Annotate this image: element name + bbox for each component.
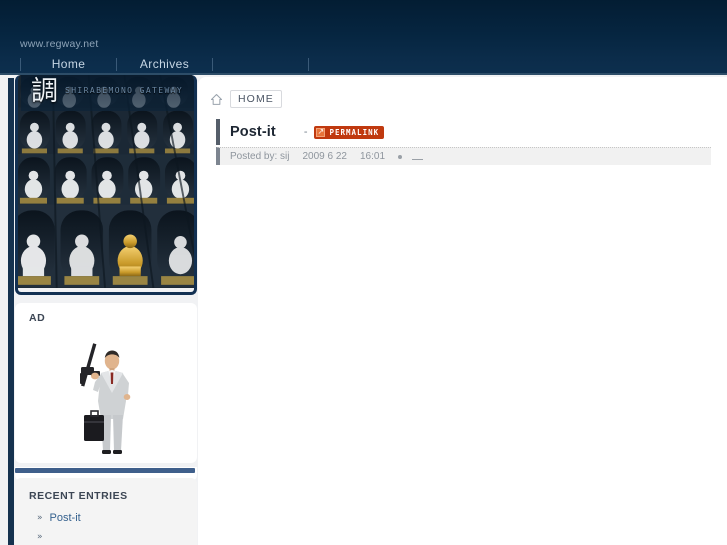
recent-entries-title: RECENT ENTRIES xyxy=(29,490,128,502)
post-author: Posted by: sij xyxy=(230,151,290,162)
logo-wordmark: SHIRABEMONO GATEWAY xyxy=(65,86,184,95)
site-masthead: 調 SHIRABEMONO GATEWAY xyxy=(21,75,194,111)
breadcrumb: HOME xyxy=(210,90,282,108)
sidebar-left-rail xyxy=(8,78,14,545)
chevron-right-icon: » xyxy=(37,513,43,523)
main-content: HOME Post-it - PERMALINK Posted by: sij … xyxy=(198,77,727,545)
sidebar-divider-accent xyxy=(15,468,195,473)
post-meta: Posted by: sij 2009 6 22 16:01 xyxy=(216,147,711,165)
nav-item-home[interactable]: Home xyxy=(21,55,116,73)
post-title: Post-it xyxy=(230,124,276,140)
nav-item-archives[interactable]: Archives xyxy=(117,55,212,73)
recent-entries-panel: RECENT ENTRIES » Post-it » » xyxy=(15,478,197,545)
nav-separator xyxy=(212,57,213,71)
chevron-right-icon: » xyxy=(37,532,43,542)
post-date: 2009 6 22 xyxy=(302,151,347,162)
main-navigation: Home Archives xyxy=(20,55,720,73)
meta-trailing-rule xyxy=(412,159,424,160)
post-time: 16:01 xyxy=(359,151,386,162)
logo-kanji: 調 xyxy=(31,76,58,107)
header-bottom-rule xyxy=(0,73,727,75)
post-title-separator: - xyxy=(303,126,308,138)
page-root: www.regway.net Home Archives 調 SHIRABEMO… xyxy=(0,0,727,545)
recent-entries-list: » Post-it » » xyxy=(15,509,197,545)
post-headline: Post-it - PERMALINK xyxy=(216,119,711,145)
site-header: www.regway.net Home Archives xyxy=(0,0,727,75)
meta-bullet-icon xyxy=(398,154,403,159)
list-item[interactable]: » Post-it xyxy=(15,509,197,528)
home-icon[interactable] xyxy=(210,93,223,106)
permalink-label: PERMALINK xyxy=(329,127,380,137)
ad-panel: AD xyxy=(15,303,197,463)
breadcrumb-item-home[interactable]: HOME xyxy=(230,90,282,108)
recent-entry-link[interactable]: Post-it xyxy=(50,509,81,528)
list-item[interactable]: » xyxy=(15,528,197,545)
ad-image-suited-man[interactable] xyxy=(71,337,141,457)
external-link-icon xyxy=(316,126,326,137)
site-url: www.regway.net xyxy=(20,38,99,50)
post-article: Post-it - PERMALINK Posted by: sij 2009 … xyxy=(216,119,711,165)
sidebar-photo-panel: 調 SHIRABEMONO GATEWAY xyxy=(15,75,197,295)
ad-label: AD xyxy=(29,312,46,324)
permalink-button[interactable]: PERMALINK xyxy=(314,125,385,139)
nav-separator xyxy=(308,57,309,71)
